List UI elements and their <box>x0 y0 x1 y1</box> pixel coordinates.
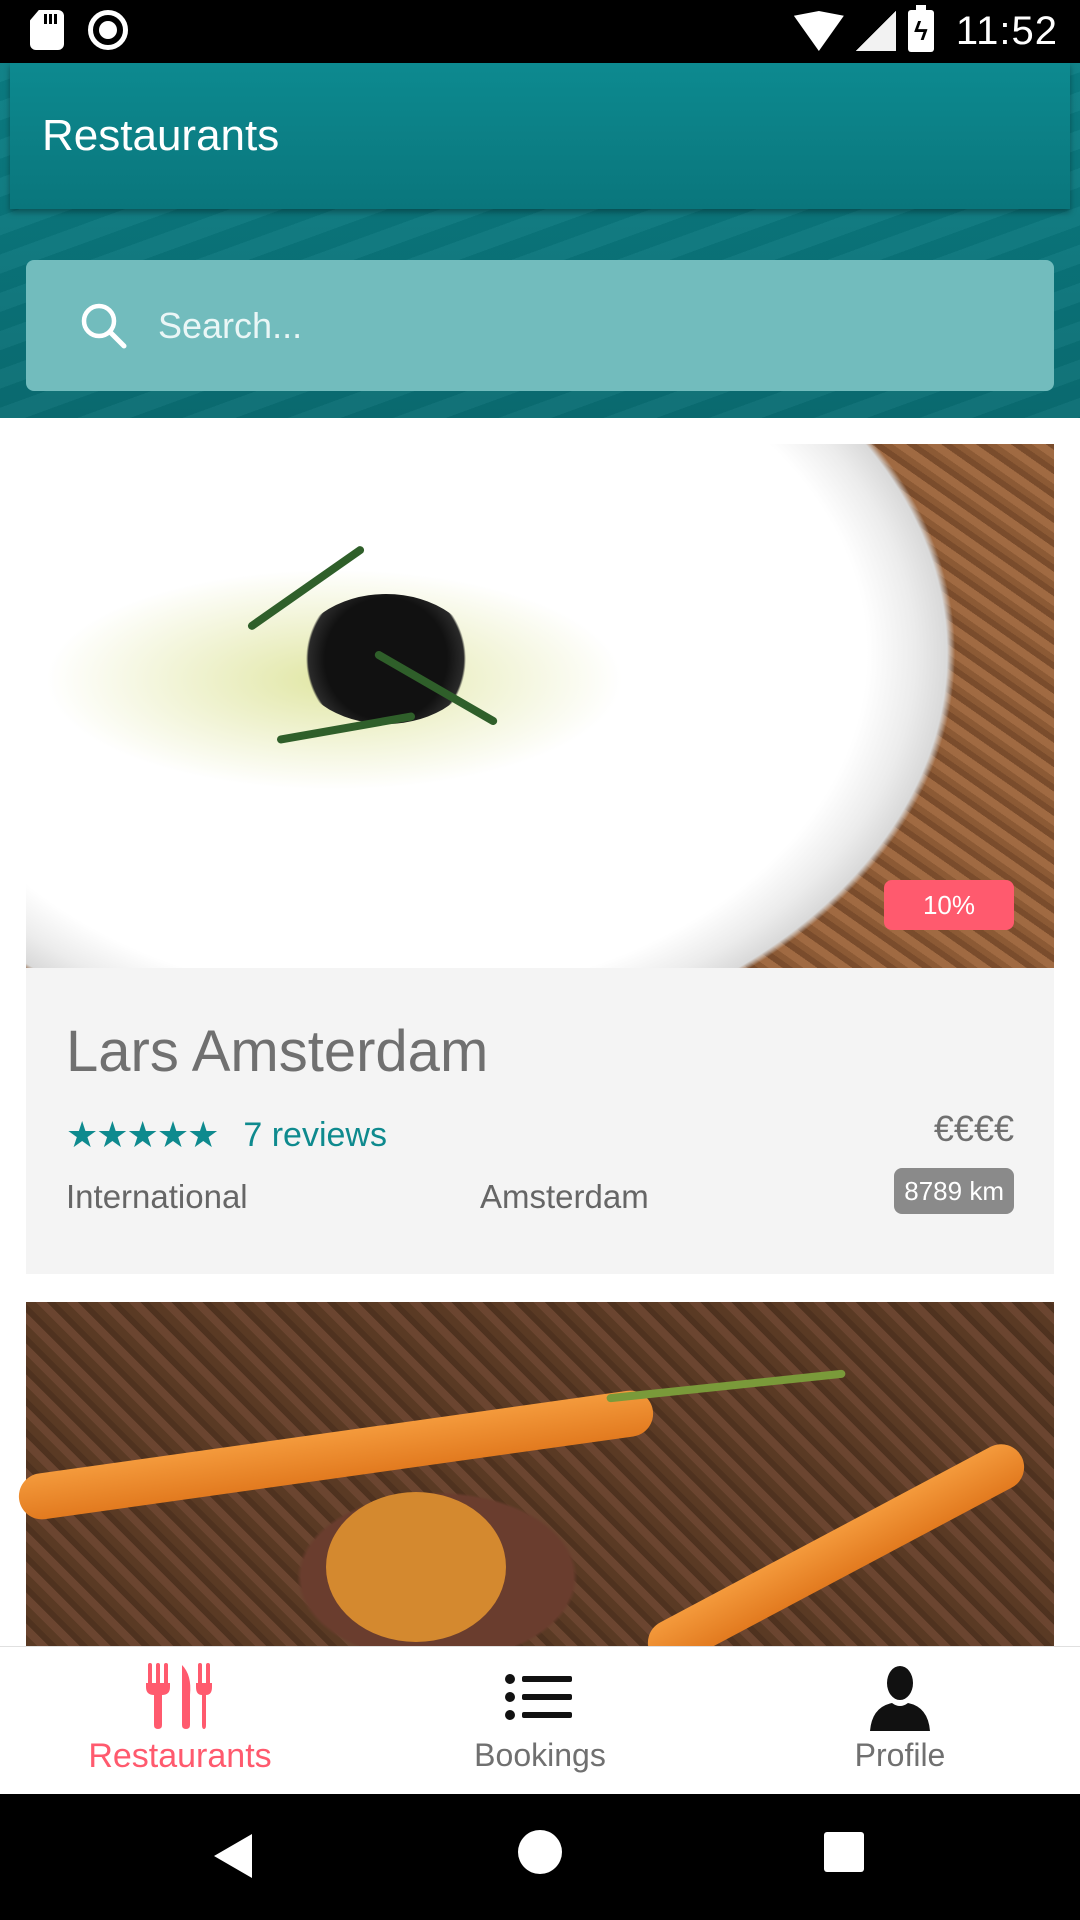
restaurant-card[interactable]: 10% Lars Amsterdam ★★★★★ 7 reviews €€€€ … <box>26 444 1054 1274</box>
discount-badge: 10% <box>884 880 1014 930</box>
status-left-icons <box>30 10 128 50</box>
nav-label: Bookings <box>474 1737 606 1773</box>
status-time: 11:52 <box>955 8 1058 53</box>
reviews-link[interactable]: 7 reviews <box>243 1116 387 1155</box>
restaurant-name: Lars Amsterdam <box>66 1019 489 1084</box>
battery-charging-icon: ϟ <box>907 5 934 52</box>
bottom-navigation: Restaurants Bookings Profile <box>0 1646 1080 1794</box>
nav-profile[interactable]: Profile <box>720 1647 1080 1795</box>
status-right-icons: ϟ 11:52 <box>793 5 1058 56</box>
restaurant-info: Lars Amsterdam ★★★★★ 7 reviews €€€€ Inte… <box>26 968 1054 1274</box>
nav-label: Profile <box>854 1737 946 1773</box>
signal-icon <box>855 11 896 51</box>
search-input[interactable] <box>156 260 1016 391</box>
record-icon <box>88 10 128 50</box>
page-title: Restaurants <box>42 111 280 160</box>
person-icon <box>870 1666 930 1731</box>
recents-icon[interactable] <box>824 1832 864 1872</box>
star-rating-icon: ★★★★★ <box>66 1114 219 1155</box>
nav-restaurants[interactable]: Restaurants <box>0 1647 360 1795</box>
restaurant-card[interactable] <box>15 1302 1054 1674</box>
restaurant-image[interactable] <box>15 1302 1054 1674</box>
fork-knife-icon <box>146 1663 212 1729</box>
toolbar: Restaurants <box>10 63 1070 209</box>
city: Amsterdam <box>480 1178 649 1215</box>
status-bar: ϟ 11:52 <box>0 0 1080 63</box>
wifi-icon <box>793 11 844 51</box>
food-detail <box>326 1492 506 1642</box>
food-detail <box>606 1369 846 1403</box>
price-level: €€€€ <box>933 1108 1014 1149</box>
back-icon[interactable] <box>214 1834 252 1878</box>
food-detail <box>639 1436 1033 1674</box>
search-icon[interactable] <box>78 300 130 352</box>
search-bar[interactable] <box>26 260 1054 391</box>
list-icon <box>505 1674 572 1720</box>
rating: ★★★★★ 7 reviews <box>66 1110 387 1160</box>
home-icon[interactable] <box>518 1830 562 1874</box>
distance-badge: 8789 km <box>894 1168 1014 1214</box>
cuisine-type: International <box>66 1178 248 1215</box>
food-detail <box>15 1387 657 1523</box>
nav-label: Restaurants <box>88 1737 272 1775</box>
sd-card-icon <box>30 10 64 50</box>
restaurant-image[interactable]: 10% <box>26 444 1054 968</box>
nav-bookings[interactable]: Bookings <box>360 1647 720 1795</box>
system-navigation-bar <box>0 1794 1080 1920</box>
